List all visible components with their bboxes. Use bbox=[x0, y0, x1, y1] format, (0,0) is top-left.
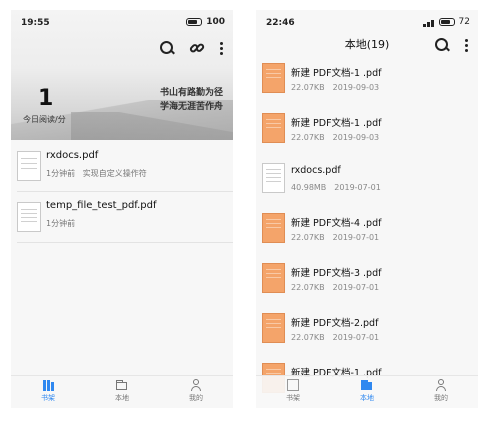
book-last-read: 1分钟前 bbox=[46, 169, 76, 178]
user-icon bbox=[190, 379, 202, 391]
motto-line-2: 学海无涯苦作舟 bbox=[159, 102, 223, 112]
file-item[interactable]: 新建 PDF文档-1 .pdf 22.07KB 2019-09-03 bbox=[256, 60, 478, 110]
today-reading-label: 今日阅读/分 bbox=[23, 115, 66, 124]
local-files-screen: 22:46 72 本地(19) 新建 PDF文档-1 .pdf 22.07KB 2… bbox=[256, 10, 478, 408]
pdf-thumbnail bbox=[262, 263, 285, 293]
search-icon[interactable] bbox=[434, 37, 450, 53]
file-date: 2019-07-01 bbox=[332, 283, 380, 292]
today-reading-count: 1 bbox=[38, 86, 54, 111]
bookshelf-icon bbox=[42, 379, 54, 391]
book-thumbnail bbox=[17, 151, 41, 181]
mountain-illustration-front bbox=[71, 112, 233, 140]
tab-local[interactable]: 本地 bbox=[85, 376, 159, 408]
bottom-tab-bar: 书架 本地 我的 bbox=[256, 375, 478, 408]
file-date: 2019-07-01 bbox=[332, 233, 380, 242]
book-title: temp_file_test_pdf.pdf bbox=[46, 200, 157, 211]
motto-line-1: 书山有路勤为径 bbox=[159, 88, 223, 98]
signal-icon bbox=[422, 17, 435, 27]
battery-icon bbox=[438, 18, 455, 26]
divider bbox=[17, 191, 233, 192]
file-name: 新建 PDF文档-1 .pdf bbox=[291, 68, 382, 79]
tab-profile[interactable]: 我的 bbox=[404, 376, 478, 408]
book-note: 实现自定义操作符 bbox=[82, 169, 147, 178]
book-meta: 1分钟前 bbox=[46, 218, 75, 229]
file-name: 新建 PDF文档-3 .pdf bbox=[291, 268, 382, 279]
file-size: 40.98MB bbox=[291, 183, 327, 192]
status-bar: 19:55 100 bbox=[11, 10, 233, 36]
pdf-thumbnail bbox=[262, 63, 285, 93]
file-size: 22.07KB bbox=[291, 83, 325, 92]
tab-bookshelf[interactable]: 书架 bbox=[256, 376, 330, 408]
tab-label: 我的 bbox=[434, 394, 448, 402]
tab-bookshelf[interactable]: 书架 bbox=[11, 376, 85, 408]
file-date: 2019-09-03 bbox=[332, 83, 380, 92]
file-date: 2019-09-03 bbox=[332, 133, 380, 142]
file-item[interactable]: 新建 PDF文档-1 .pdf 22.07KB 2019-09-03 bbox=[256, 110, 478, 160]
file-size: 22.07KB bbox=[291, 283, 325, 292]
book-title: rxdocs.pdf bbox=[46, 150, 99, 161]
motto: 书山有路勤为径 学海无涯苦作舟 bbox=[160, 86, 223, 114]
book-meta: 1分钟前 实现自定义操作符 bbox=[46, 168, 147, 179]
battery-level: 100 bbox=[206, 17, 225, 27]
more-options-icon[interactable] bbox=[464, 37, 468, 53]
bookshelf-toolbar bbox=[159, 40, 223, 56]
battery-icon bbox=[186, 18, 203, 26]
status-bar: 22:46 72 bbox=[256, 10, 478, 36]
search-icon[interactable] bbox=[159, 40, 175, 56]
status-time: 19:55 bbox=[21, 18, 50, 28]
tab-local[interactable]: 本地 bbox=[330, 376, 404, 408]
tab-label: 书架 bbox=[41, 394, 55, 402]
file-item[interactable]: rxdocs.pdf 40.98MB 2019-07-01 bbox=[256, 160, 478, 210]
bookshelf-icon bbox=[287, 379, 299, 391]
tab-label: 书架 bbox=[286, 394, 300, 402]
pdf-thumbnail bbox=[262, 313, 285, 343]
tab-label: 本地 bbox=[115, 394, 129, 402]
file-name: 新建 PDF文档-2.pdf bbox=[291, 318, 379, 329]
file-date: 2019-07-01 bbox=[334, 183, 381, 192]
folder-icon bbox=[116, 379, 128, 391]
more-options-icon[interactable] bbox=[219, 40, 223, 56]
status-time: 22:46 bbox=[266, 18, 295, 28]
file-size: 22.07KB bbox=[291, 133, 325, 142]
file-size: 22.07KB bbox=[291, 233, 325, 242]
file-item[interactable]: 新建 PDF文档-4 .pdf 22.07KB 2019-07-01 bbox=[256, 210, 478, 260]
pdf-thumbnail bbox=[262, 113, 285, 143]
file-name: 新建 PDF文档-4 .pdf bbox=[291, 218, 382, 229]
file-name: 新建 PDF文档-1 .pdf bbox=[291, 118, 382, 129]
tab-label: 本地 bbox=[360, 394, 374, 402]
file-item[interactable]: 新建 PDF文档-2.pdf 22.07KB 2019-07-01 bbox=[256, 310, 478, 360]
file-item[interactable]: 新建 PDF文档-3 .pdf 22.07KB 2019-07-01 bbox=[256, 260, 478, 310]
folder-icon bbox=[361, 379, 373, 391]
book-last-read: 1分钟前 bbox=[46, 219, 76, 228]
tab-label: 我的 bbox=[189, 394, 203, 402]
file-size: 22.07KB bbox=[291, 333, 325, 342]
book-thumbnail bbox=[17, 202, 41, 232]
battery-level: 72 bbox=[458, 17, 470, 27]
book-item[interactable]: temp_file_test_pdf.pdf 1分钟前 bbox=[11, 196, 233, 248]
bottom-tab-bar: 书架 本地 我的 bbox=[11, 375, 233, 408]
tab-profile[interactable]: 我的 bbox=[159, 376, 233, 408]
file-name: rxdocs.pdf bbox=[291, 165, 341, 176]
pdf-thumbnail bbox=[262, 163, 285, 193]
bookshelf-screen: 19:55 100 1 今日阅读/分 书山有路勤为径 学海无涯苦作舟 rxdoc… bbox=[11, 10, 233, 408]
link-icon[interactable] bbox=[189, 40, 205, 56]
divider bbox=[17, 242, 233, 243]
file-date: 2019-07-01 bbox=[332, 333, 380, 342]
user-icon bbox=[435, 379, 447, 391]
pdf-thumbnail bbox=[262, 213, 285, 243]
